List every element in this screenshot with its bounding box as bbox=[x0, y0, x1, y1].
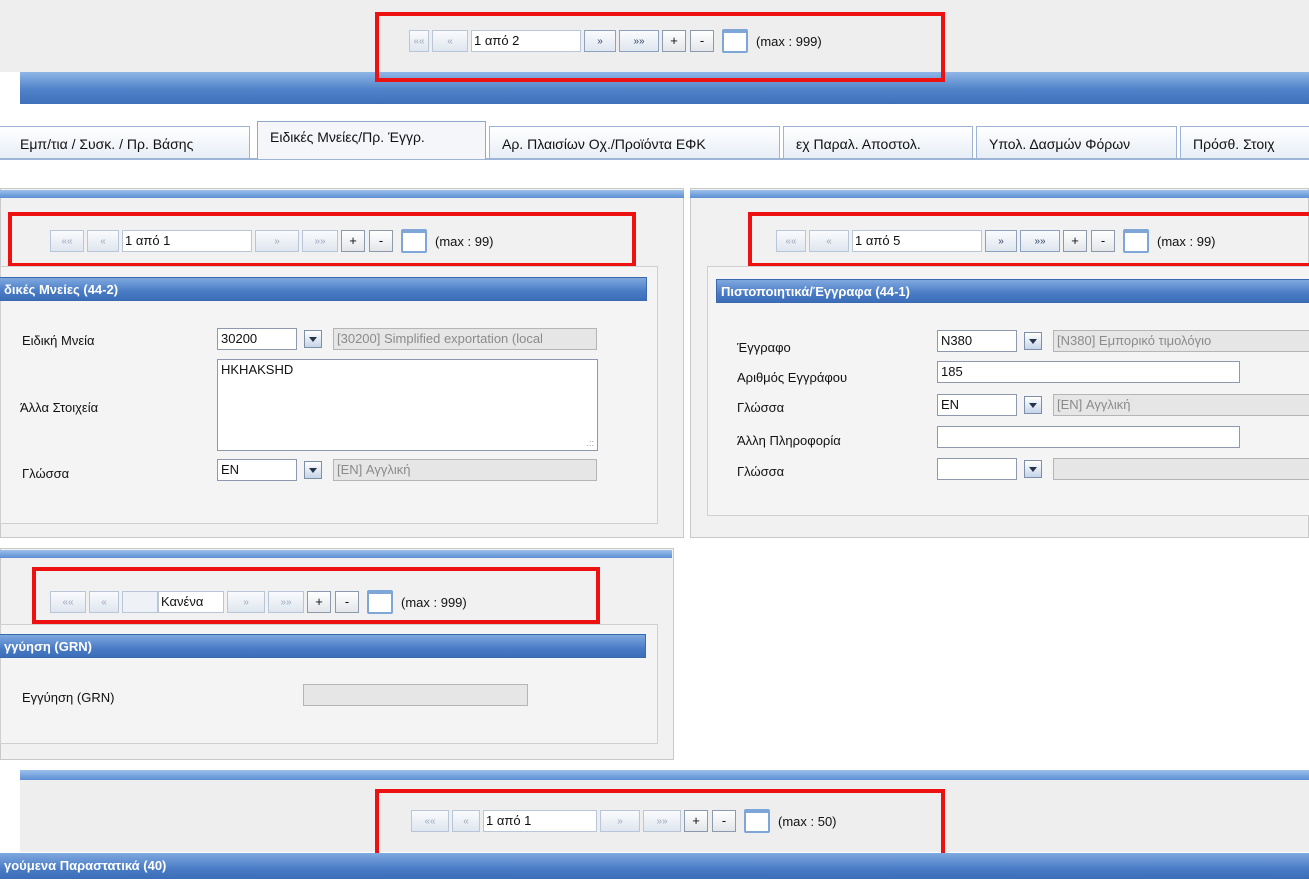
guarantee-header: γγύηση (GRN) bbox=[0, 634, 646, 658]
special-mentions-header: δικές Μνείες (44-2) bbox=[0, 277, 647, 301]
second-language-dropdown-button[interactable] bbox=[1024, 460, 1042, 478]
bottom-section-bar bbox=[20, 770, 1309, 780]
highlight-box-guarantee bbox=[32, 567, 600, 624]
language-label: Γλώσσα bbox=[22, 466, 70, 481]
other-information-field[interactable] bbox=[937, 426, 1240, 448]
document-language-code-field[interactable]: EN bbox=[937, 394, 1017, 416]
chevron-down-icon bbox=[1029, 338, 1037, 344]
highlight-box-top bbox=[375, 12, 945, 82]
highlight-box-bottom bbox=[375, 789, 945, 859]
document-language-dropdown-button[interactable] bbox=[1024, 396, 1042, 414]
previous-documents-header: γούμενα Παραστατικά (40) bbox=[0, 853, 1309, 879]
other-info-label: Άλλα Στοιχεία bbox=[20, 400, 99, 415]
other-information-label: Άλλη Πληροφορία bbox=[737, 433, 841, 448]
document-description-field: [N380] Εμπορικό τιμολόγιο bbox=[1053, 330, 1309, 352]
guarantee-label: Εγγύηση (GRN) bbox=[22, 690, 115, 705]
document-language-description-field: [EN] Αγγλική bbox=[1053, 394, 1309, 416]
second-language-label: Γλώσσα bbox=[737, 464, 785, 479]
language-code-field[interactable]: EN bbox=[217, 459, 297, 481]
left-panel-bar bbox=[0, 190, 684, 198]
right-panel-bar bbox=[690, 190, 1309, 198]
tab-duty-calc[interactable]: Υπολ. Δασμών Φόρων bbox=[976, 126, 1177, 158]
other-info-textarea[interactable]: HKHAKSHD .:: bbox=[217, 359, 598, 451]
second-language-code-field[interactable] bbox=[937, 458, 1017, 480]
mention-label: Ειδική Μνεία bbox=[22, 333, 95, 348]
tab-packages[interactable]: Αρ. Πλαισίων Οχ./Προϊόντα ΕΦΚ bbox=[489, 126, 780, 158]
guarantee-field bbox=[303, 684, 528, 706]
document-code-field[interactable]: N380 bbox=[937, 330, 1017, 352]
guarantee-panel-bar bbox=[0, 550, 672, 558]
chevron-down-icon bbox=[309, 467, 317, 473]
second-language-description-field bbox=[1053, 458, 1309, 480]
tab-additional[interactable]: Πρόσθ. Στοιχ bbox=[1180, 126, 1309, 158]
tab-ex-dispatch[interactable]: εχ Παραλ. Αποστολ. bbox=[783, 126, 973, 158]
document-dropdown-button[interactable] bbox=[1024, 332, 1042, 350]
document-language-label: Γλώσσα bbox=[737, 400, 785, 415]
mention-description-field: [30200] Simplified exportation (local bbox=[333, 328, 597, 350]
chevron-down-icon bbox=[1029, 402, 1037, 408]
highlight-box-right bbox=[748, 212, 1309, 267]
other-info-value: HKHAKSHD bbox=[221, 362, 294, 377]
chevron-down-icon bbox=[1029, 466, 1037, 472]
mention-dropdown-button[interactable] bbox=[304, 330, 322, 348]
language-description-field: [EN] Αγγλική bbox=[333, 459, 597, 481]
chevron-down-icon bbox=[309, 336, 317, 342]
document-label: Έγγραφο bbox=[737, 340, 791, 355]
documents-header: Πιστοποιητικά/Έγγραφα (44-1) bbox=[716, 279, 1309, 303]
tab-special-mentions[interactable]: Ειδικές Μνείες/Πρ. Έγγρ. bbox=[257, 121, 486, 159]
mention-code-field[interactable]: 30200 bbox=[217, 328, 297, 350]
document-number-field[interactable]: 185 bbox=[937, 361, 1240, 383]
document-number-label: Αριθμός Εγγράφου bbox=[737, 370, 848, 385]
language-dropdown-button[interactable] bbox=[304, 461, 322, 479]
resize-grip-icon[interactable]: .:: bbox=[586, 438, 594, 448]
tab-goods[interactable]: Εμπ/τια / Συσκ. / Πρ. Βάσης bbox=[0, 126, 250, 158]
highlight-box-left bbox=[8, 212, 636, 267]
